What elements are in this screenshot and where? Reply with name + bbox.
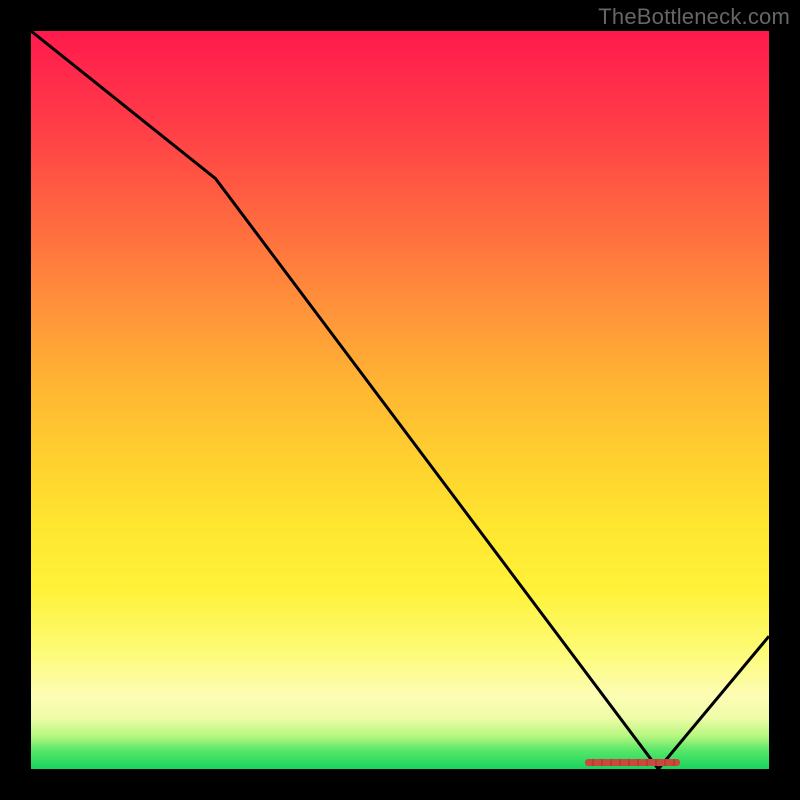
chart-canvas: TheBottleneck.com	[0, 0, 800, 800]
plot-area	[31, 31, 769, 769]
valley-marker	[585, 759, 681, 766]
bottleneck-line	[31, 31, 769, 769]
watermark-text: TheBottleneck.com	[598, 4, 790, 30]
line-overlay	[31, 31, 769, 769]
